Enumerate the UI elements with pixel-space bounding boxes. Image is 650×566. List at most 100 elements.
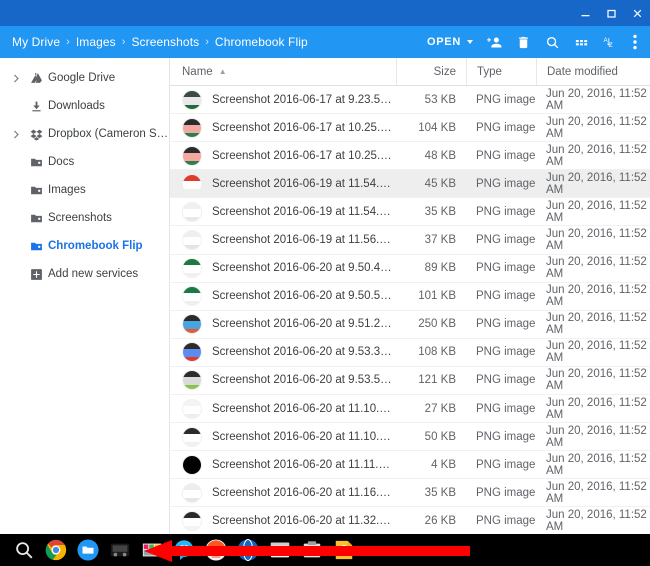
table-row[interactable]: Screenshot 2016-06-17 at 10.25.18 AM.png…	[170, 114, 650, 142]
sort-az-icon: A Z	[603, 35, 619, 50]
file-name-label: Screenshot 2016-06-20 at 11.11.08 AM.png	[212, 459, 396, 471]
chevron-right-icon[interactable]	[8, 130, 24, 139]
file-name-label: Screenshot 2016-06-20 at 11.10.57 AM.png	[212, 431, 396, 443]
table-row[interactable]: Screenshot 2016-06-20 at 9.53.38 AM.png1…	[170, 339, 650, 367]
file-type-cell: PNG image	[466, 170, 536, 197]
table-row[interactable]: Screenshot 2016-06-20 at 9.50.41 AM.png8…	[170, 255, 650, 283]
file-name-cell: Screenshot 2016-06-17 at 10.25.18 AM.png	[170, 118, 396, 138]
file-size-cell: 4 KB	[396, 451, 466, 478]
table-row[interactable]: Screenshot 2016-06-20 at 11.10.57 AM.png…	[170, 423, 650, 451]
file-size-cell: 250 KB	[396, 311, 466, 338]
table-row[interactable]: Screenshot 2016-06-20 at 11.32.38 AM.png…	[170, 507, 650, 534]
breadcrumb-item-0[interactable]: My Drive	[12, 35, 60, 49]
file-type-cell: PNG image	[466, 311, 536, 338]
file-date-cell: Jun 20, 2016, 11:52 AM	[536, 395, 650, 422]
shelf-item-slides[interactable]	[264, 534, 296, 566]
breadcrumb-item-1[interactable]: Images	[76, 35, 116, 49]
breadcrumb-separator: ›	[66, 37, 70, 48]
maximize-button[interactable]	[598, 0, 624, 26]
table-row[interactable]: Screenshot 2016-06-20 at 11.16.16 AM.png…	[170, 479, 650, 507]
table-row[interactable]: Screenshot 2016-06-20 at 11.11.08 AM.png…	[170, 451, 650, 479]
file-size-cell: 89 KB	[396, 255, 466, 282]
file-thumbnail-icon	[182, 202, 202, 222]
sidebar-item-downloads[interactable]: Downloads	[0, 92, 169, 120]
file-date-cell: Jun 20, 2016, 11:52 AM	[536, 170, 650, 197]
table-row[interactable]: Screenshot 2016-06-20 at 9.53.50 AM.png1…	[170, 367, 650, 395]
share-button[interactable]	[480, 26, 509, 58]
open-button[interactable]: OPEN	[420, 26, 480, 58]
gallery-icon	[141, 539, 163, 561]
shelf-item-docs[interactable]	[296, 534, 328, 566]
file-thumbnail-icon	[182, 427, 202, 447]
table-row[interactable]: Screenshot 2016-06-17 at 9.23.50 AM.png5…	[170, 86, 650, 114]
column-header-date[interactable]: Date modified	[536, 58, 650, 85]
more-menu-button[interactable]	[626, 26, 644, 58]
file-name-label: Screenshot 2016-06-20 at 11.32.38 AM.png	[212, 515, 396, 527]
file-date-cell: Jun 20, 2016, 11:52 AM	[536, 114, 650, 141]
sidebar-item-docs[interactable]: Docs	[0, 148, 169, 176]
sidebar-item-add-new-services[interactable]: Add new services	[0, 260, 169, 288]
file-type-cell: PNG image	[466, 479, 536, 506]
file-type-cell: PNG image	[466, 395, 536, 422]
column-header-type[interactable]: Type	[466, 58, 536, 85]
table-row[interactable]: Screenshot 2016-06-20 at 9.51.23 AM.png2…	[170, 311, 650, 339]
file-type-cell: PNG image	[466, 339, 536, 366]
grid-view-button[interactable]	[567, 26, 596, 58]
sidebar-item-images[interactable]: Images	[0, 176, 169, 204]
sidebar-item-label: Add new services	[48, 268, 138, 280]
shelf-item-hangouts[interactable]	[168, 534, 200, 566]
sidebar-item-screenshots[interactable]: Screenshots	[0, 204, 169, 232]
shelf-item-files[interactable]	[72, 534, 104, 566]
file-thumbnail-icon	[182, 146, 202, 166]
minimize-button[interactable]	[572, 0, 598, 26]
shelf-item-browser[interactable]	[232, 534, 264, 566]
shelf-item-gallery[interactable]	[136, 534, 168, 566]
shelf-item-launcher-search[interactable]	[8, 534, 40, 566]
file-type-cell: PNG image	[466, 283, 536, 310]
file-type-cell: PNG image	[466, 226, 536, 253]
shelf-item-chrome[interactable]	[40, 534, 72, 566]
sidebar-item-dropbox[interactable]: Dropbox (Cameron Summer...	[0, 120, 169, 148]
file-type-cell: PNG image	[466, 451, 536, 478]
file-name-cell: Screenshot 2016-06-20 at 9.50.41 AM.png	[170, 258, 396, 278]
file-date-cell: Jun 20, 2016, 11:52 AM	[536, 451, 650, 478]
shelf-item-terminal[interactable]	[104, 534, 136, 566]
sidebar-item-chromebook-flip[interactable]: Chromebook Flip	[0, 232, 169, 260]
table-row[interactable]: Screenshot 2016-06-19 at 11.54.45 PM.png…	[170, 198, 650, 226]
file-date-cell: Jun 20, 2016, 11:52 AM	[536, 311, 650, 338]
file-date-cell: Jun 20, 2016, 11:52 AM	[536, 339, 650, 366]
file-size-cell: 45 KB	[396, 170, 466, 197]
file-thumbnail-icon	[182, 370, 202, 390]
table-row[interactable]: Screenshot 2016-06-17 at 10.25.39 AM.png…	[170, 142, 650, 170]
shelf-item-keep[interactable]	[328, 534, 360, 566]
table-row[interactable]: Screenshot 2016-06-20 at 9.50.53 AM.png1…	[170, 283, 650, 311]
breadcrumb-item-2[interactable]: Screenshots	[131, 35, 199, 49]
file-size-cell: 37 KB	[396, 226, 466, 253]
close-button[interactable]	[624, 0, 650, 26]
file-date-cell: Jun 20, 2016, 11:52 AM	[536, 283, 650, 310]
file-size-cell: 26 KB	[396, 507, 466, 534]
sort-button[interactable]: A Z	[596, 26, 626, 58]
drive-icon	[24, 72, 48, 85]
file-thumbnail-icon	[182, 90, 202, 110]
shelf-item-sunrise[interactable]	[200, 534, 232, 566]
file-thumbnail-icon	[182, 483, 202, 503]
file-name-cell: Screenshot 2016-06-20 at 9.51.23 AM.png	[170, 314, 396, 334]
search-button[interactable]	[538, 26, 567, 58]
file-type-cell: PNG image	[466, 142, 536, 169]
breadcrumb-item-3[interactable]: Chromebook Flip	[215, 35, 308, 49]
sidebar-item-google-drive[interactable]: Google Drive	[0, 64, 169, 92]
column-header-size[interactable]: Size	[396, 58, 466, 85]
file-date-cell: Jun 20, 2016, 11:52 AM	[536, 367, 650, 394]
more-menu-icon	[633, 34, 637, 50]
delete-button[interactable]	[509, 26, 538, 58]
folder-icon	[24, 240, 48, 253]
files-icon	[77, 539, 99, 561]
file-name-cell: Screenshot 2016-06-20 at 11.10.57 AM.png	[170, 427, 396, 447]
sidebar-item-label: Dropbox (Cameron Summer...	[48, 128, 169, 140]
chevron-right-icon[interactable]	[8, 74, 24, 83]
table-row[interactable]: Screenshot 2016-06-19 at 11.54.16 PM.png…	[170, 170, 650, 198]
table-row[interactable]: Screenshot 2016-06-19 at 11.56.39 PM.png…	[170, 226, 650, 254]
table-row[interactable]: Screenshot 2016-06-20 at 11.10.46 AM.png…	[170, 395, 650, 423]
column-header-name[interactable]: Name ▲	[170, 66, 396, 78]
